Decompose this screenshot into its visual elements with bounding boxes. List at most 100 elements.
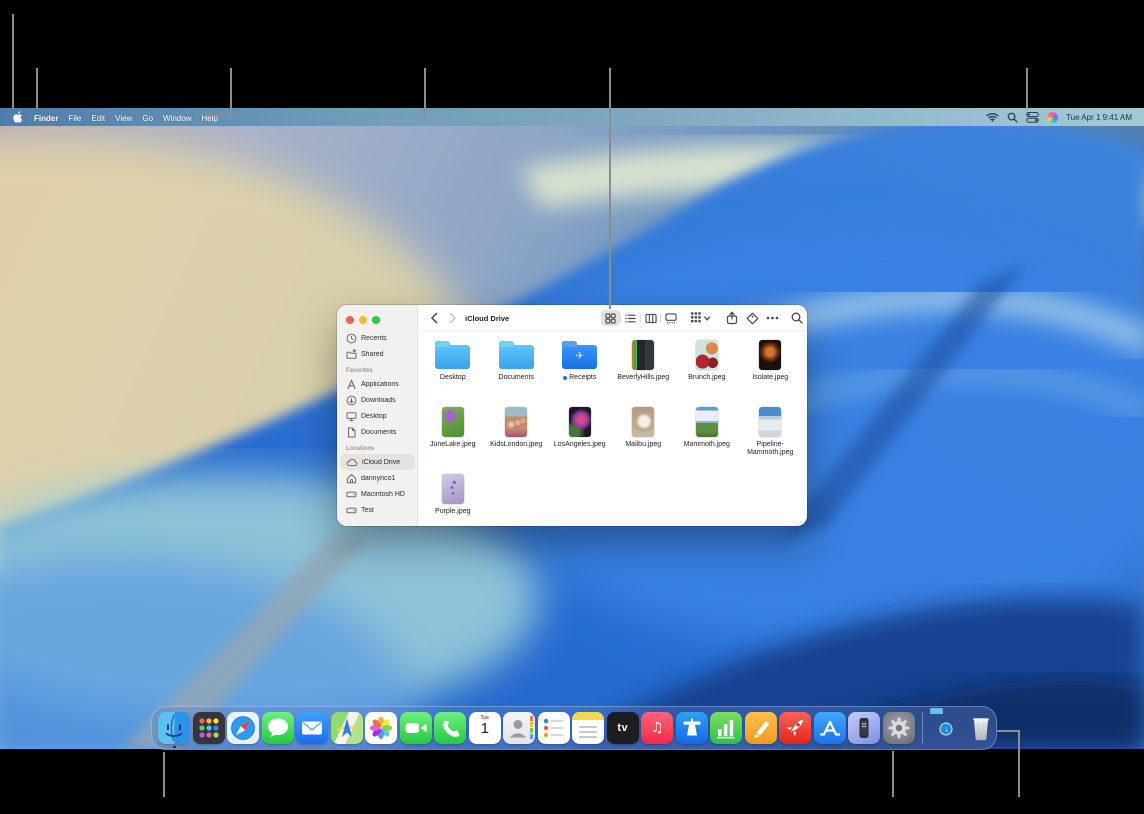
siri-icon[interactable] <box>1047 112 1058 123</box>
file-item-desktop[interactable]: Desktop <box>421 335 485 402</box>
sidebar-item-shared[interactable]: Shared <box>340 346 415 362</box>
dock-item-keynote[interactable] <box>675 706 710 750</box>
minimize-button[interactable] <box>359 316 367 324</box>
photo-thumbnail <box>442 469 464 507</box>
applications-icon <box>346 379 357 390</box>
photo-thumbnail <box>632 402 654 440</box>
file-label: Brunch.jpeg <box>688 374 725 382</box>
trash-icon <box>965 712 997 744</box>
dock-item-downloads[interactable]: ↓ <box>929 706 964 750</box>
file-item-malibu-jpeg[interactable]: Malibu.jpeg <box>612 402 676 469</box>
menu-bar-clock[interactable]: Tue Apr 1 9:41 AM <box>1066 113 1132 122</box>
spotlight-icon[interactable] <box>1007 112 1018 123</box>
file-item-purple-jpeg[interactable]: Purple.jpeg <box>421 469 485 536</box>
group-by-button[interactable] <box>688 305 714 331</box>
sidebar-item-applications[interactable]: Applications <box>340 376 415 392</box>
file-item-brunch-jpeg[interactable]: Brunch.jpeg <box>675 335 739 402</box>
dock-item-trash[interactable] <box>964 706 999 750</box>
dock-item-iphone-mirroring[interactable] <box>847 706 882 750</box>
dock-item-messages[interactable] <box>261 706 296 750</box>
file-item-kidslondon-jpeg[interactable]: KidsLondon.jpeg <box>485 402 549 469</box>
sidebar-item-downloads[interactable]: Downloads <box>340 392 415 408</box>
sidebar-item-recents[interactable]: Recents <box>340 330 415 346</box>
back-button[interactable] <box>426 305 442 331</box>
more-icon[interactable] <box>763 305 781 331</box>
dock-item-launchpad[interactable] <box>192 706 227 750</box>
dock-item-system-settings[interactable] <box>882 706 917 750</box>
file-item-documents[interactable]: Documents <box>485 335 549 402</box>
dock-item-app-store[interactable] <box>813 706 848 750</box>
folder-icon <box>435 335 470 373</box>
hard-drive-icon <box>346 505 357 516</box>
sidebar-item-dannyrico1[interactable]: dannyrico1 <box>340 470 415 486</box>
launchpad-icon <box>193 712 225 744</box>
dock-item-photos[interactable] <box>364 706 399 750</box>
sidebar-item-icloud-drive[interactable]: iCloud Drive <box>340 454 415 470</box>
file-label: Documents <box>499 374 534 382</box>
gallery-view-button[interactable] <box>661 310 680 326</box>
forward-button[interactable] <box>444 305 460 331</box>
tag-icon[interactable] <box>743 305 761 331</box>
file-item-junelake-jpeg[interactable]: JuneLake.jpeg <box>421 402 485 469</box>
sidebar-section-locations: Locations <box>337 440 418 454</box>
notes-icon <box>572 712 604 744</box>
sidebar-item-macintosh-hd[interactable]: Macintosh HD <box>340 486 415 502</box>
file-label: LosAngeles.jpeg <box>554 441 606 449</box>
sidebar-item-documents[interactable]: Documents <box>340 424 415 440</box>
dock-item-pages[interactable] <box>744 706 779 750</box>
menu-item-go[interactable]: Go <box>142 114 153 123</box>
dock-item-mail[interactable] <box>295 706 330 750</box>
close-button[interactable] <box>346 316 354 324</box>
search-icon[interactable] <box>788 305 806 331</box>
icon-view-button[interactable] <box>601 310 620 326</box>
dock-item-music[interactable]: ♫ <box>640 706 675 750</box>
list-view-button[interactable] <box>621 310 640 326</box>
menu-item-file[interactable]: File <box>68 114 81 123</box>
menu-item-window[interactable]: Window <box>163 114 191 123</box>
menu-item-finder[interactable]: Finder <box>34 114 58 123</box>
sidebar-item-test[interactable]: Test <box>340 502 415 518</box>
apple-menu-icon[interactable] <box>12 111 23 124</box>
dock-item-maps[interactable] <box>330 706 365 750</box>
dock-item-reminders[interactable] <box>537 706 572 750</box>
photo-thumbnail <box>759 402 781 440</box>
window-title: iCloud Drive <box>465 305 509 331</box>
dock-item-numbers[interactable] <box>709 706 744 750</box>
finder-icon <box>158 712 190 744</box>
dock-item-tv[interactable]: tv <box>606 706 641 750</box>
zoom-button[interactable] <box>372 316 380 324</box>
finder-sidebar: RecentsSharedFavorites Applications Downlo… <box>337 305 418 526</box>
numbers-icon <box>710 712 742 744</box>
menu-item-edit[interactable]: Edit <box>91 114 105 123</box>
wifi-icon[interactable] <box>986 112 999 122</box>
clock-icon <box>346 333 357 344</box>
menu-item-view[interactable]: View <box>115 114 132 123</box>
file-item-isolate-jpeg[interactable]: Isolate.jpeg <box>739 335 803 402</box>
dock-item-calendar[interactable]: Tue1 <box>468 706 503 750</box>
dock-item-rocket[interactable] <box>778 706 813 750</box>
calendar-icon: Tue1 <box>469 712 501 744</box>
sidebar-item-desktop[interactable]: Desktop <box>340 408 415 424</box>
dock-item-safari[interactable] <box>226 706 261 750</box>
dock-item-contacts[interactable] <box>502 706 537 750</box>
control-center-icon[interactable] <box>1026 112 1039 123</box>
file-item-beverlyhills-jpeg[interactable]: BeverlyHills.jpeg <box>612 335 676 402</box>
app-store-icon <box>814 712 846 744</box>
file-label: Desktop <box>440 374 466 382</box>
file-item-mammoth-jpeg[interactable]: Mammoth.jpeg <box>675 402 739 469</box>
download-arrow-badge: ↓ <box>940 723 953 736</box>
dock-item-facetime[interactable] <box>399 706 434 750</box>
file-item-pipeline-mammoth-jpeg[interactable]: Pipeline-Mammoth.jpeg <box>739 402 803 469</box>
share-icon[interactable] <box>723 305 741 331</box>
contacts-icon <box>503 712 535 744</box>
dock-item-notes[interactable] <box>571 706 606 750</box>
sidebar-item-label: Applications <box>361 381 399 388</box>
file-item-receipts[interactable]: ✈Receipts <box>548 335 612 402</box>
dock-item-phone[interactable] <box>433 706 468 750</box>
sidebar-section-favorites: Favorites <box>337 362 418 376</box>
file-grid: Desktop Documents ✈ReceiptsBeverlyHills.jp… <box>421 335 802 536</box>
menu-bar: FinderFileEditViewGoWindowHelp <box>0 108 1144 126</box>
dock-item-finder[interactable] <box>157 706 192 750</box>
file-item-losangeles-jpeg[interactable]: LosAngeles.jpeg <box>548 402 612 469</box>
column-view-button[interactable] <box>641 310 660 326</box>
